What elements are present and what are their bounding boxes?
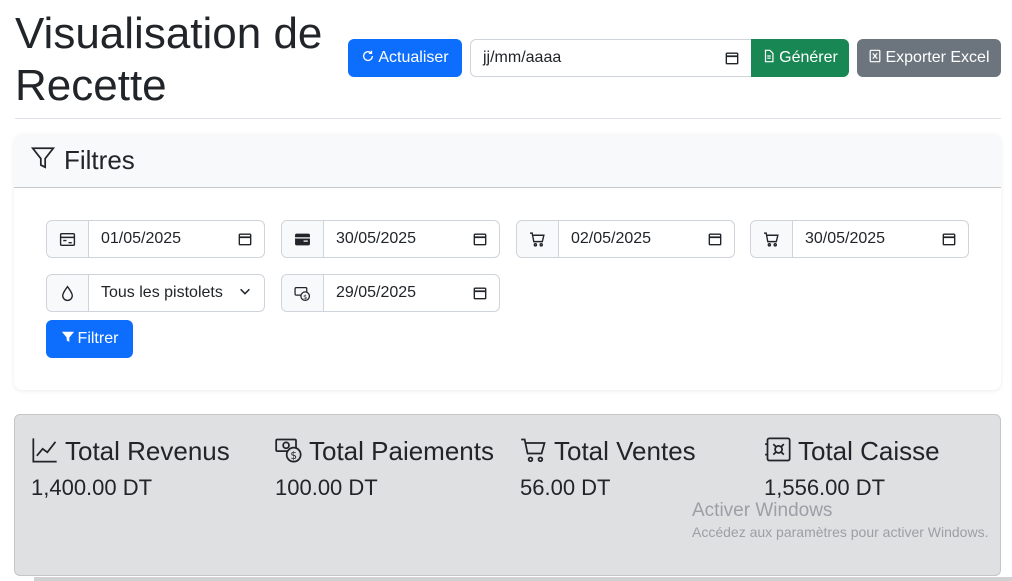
date-end-value: 30/05/2025: [336, 230, 417, 247]
cash-coin-icon: $: [282, 275, 324, 311]
calendar-icon[interactable]: [238, 232, 252, 246]
refresh-button[interactable]: Actualiser: [348, 39, 462, 77]
filters-title: Filtres: [64, 145, 135, 175]
svg-text:$: $: [290, 450, 297, 462]
filters-card: Filtres 01/05/2025 30/05/2025 02/05/2025…: [14, 134, 1001, 390]
pistolet-group: Tous les pistolets: [46, 274, 265, 312]
stat-caisse: Total Caisse 1,556.00 DT: [764, 433, 999, 501]
divider: [15, 118, 1001, 119]
page-title: Visualisation de Recette: [15, 9, 323, 110]
sales-end-group: 30/05/2025: [750, 220, 969, 258]
export-button-label: Exporter Excel: [885, 49, 990, 66]
sales-start-group: 02/05/2025: [516, 220, 735, 258]
stat-caisse-label: Total Caisse: [798, 436, 940, 466]
calendar-range-fill-icon: [282, 221, 324, 257]
droplet-icon: [47, 275, 89, 311]
stat-ventes-value: 56.00 DT: [520, 475, 611, 500]
cash-coin-icon: $: [275, 436, 309, 466]
stat-paiements: $ Total Paiements 100.00 DT: [275, 433, 510, 501]
cart-icon: [517, 221, 559, 257]
stat-caisse-value: 1,556.00 DT: [764, 475, 886, 500]
filter-button-label: Filtrer: [77, 330, 119, 347]
payment-date-group: $ 29/05/2025: [281, 274, 500, 312]
excel-file-icon: [868, 49, 882, 68]
date-start-value: 01/05/2025: [101, 230, 182, 247]
date-end-input[interactable]: 30/05/2025: [324, 221, 499, 257]
pistolet-select[interactable]: Tous les pistolets: [89, 275, 264, 311]
refresh-button-label: Actualiser: [378, 49, 449, 66]
sales-start-value: 02/05/2025: [571, 230, 652, 247]
safe-icon: [764, 436, 798, 466]
stats-panel: Total Revenus 1,400.00 DT $ Total Paiemen…: [14, 414, 1001, 576]
stat-paiements-value: 100.00 DT: [275, 475, 378, 500]
stat-revenus-label: Total Revenus: [65, 436, 230, 466]
date-start-input[interactable]: 01/05/2025: [89, 221, 264, 257]
funnel-icon: [30, 145, 56, 176]
calendar-icon[interactable]: [942, 232, 956, 246]
report-date-input[interactable]: jj/mm/aaaa: [470, 39, 752, 77]
payment-date-input[interactable]: 29/05/2025: [324, 275, 499, 311]
stat-ventes-label: Total Ventes: [554, 436, 696, 466]
pistolet-value: Tous les pistolets: [101, 284, 223, 301]
calendar-icon[interactable]: [473, 286, 487, 300]
export-excel-button[interactable]: Exporter Excel: [857, 39, 1001, 77]
line-chart-icon: [31, 436, 65, 466]
stat-revenus-value: 1,400.00 DT: [31, 475, 153, 500]
sales-end-value: 30/05/2025: [805, 230, 886, 247]
windows-activation-watermark: Activer Windows Accédez aux paramètres p…: [692, 500, 988, 540]
watermark-line2: Accédez aux paramètres pour activer Wind…: [692, 524, 989, 540]
sales-end-input[interactable]: 30/05/2025: [793, 221, 968, 257]
generate-button-label: Générer: [779, 49, 838, 66]
calendar-icon[interactable]: [473, 232, 487, 246]
calendar-range-icon: [47, 221, 89, 257]
cart-icon: [751, 221, 793, 257]
refresh-icon: [361, 49, 375, 68]
date-start-group: 01/05/2025: [46, 220, 265, 258]
watermark-line1: Activer Windows: [692, 500, 833, 521]
horizontal-scrollbar[interactable]: [34, 577, 1012, 581]
stat-paiements-label: Total Paiements: [309, 436, 494, 466]
stat-revenus: Total Revenus 1,400.00 DT: [31, 433, 266, 501]
calendar-icon[interactable]: [708, 232, 722, 246]
filters-header: Filtres: [14, 134, 1001, 188]
file-icon: [762, 49, 776, 68]
filter-button[interactable]: Filtrer: [46, 320, 133, 358]
report-date-placeholder: jj/mm/aaaa: [483, 49, 562, 66]
payment-date-value: 29/05/2025: [336, 284, 417, 301]
calendar-icon[interactable]: [725, 51, 739, 65]
cart-icon: [520, 436, 554, 466]
generate-button[interactable]: Générer: [751, 39, 849, 77]
funnel-fill-icon: [61, 330, 75, 349]
sales-start-input[interactable]: 02/05/2025: [559, 221, 734, 257]
date-end-group: 30/05/2025: [281, 220, 500, 258]
stat-ventes: Total Ventes 56.00 DT: [520, 433, 755, 501]
svg-text:$: $: [303, 292, 307, 300]
chevron-down-icon: [238, 284, 252, 303]
